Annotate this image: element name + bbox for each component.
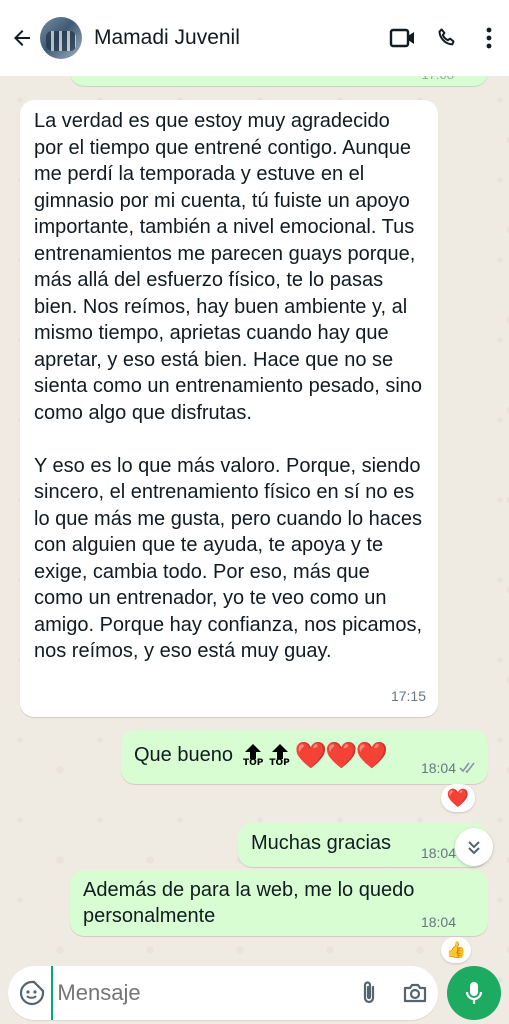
voice-message-button[interactable] [447,966,501,1020]
message-time: 18:04 [420,914,456,930]
contact-name[interactable]: Mamadi Juvenil [94,26,381,50]
incoming-message[interactable]: La verdad es que estoy muy agradecido po… [20,100,438,717]
double-check-icon [459,762,475,773]
back-button[interactable] [4,0,40,76]
message-text: Muchas gracias [251,832,392,854]
heart-reaction-icon: ❤️ [446,787,470,808]
kebab-menu-icon [486,27,492,49]
microphone-icon [465,982,483,1004]
video-camera-icon [389,28,414,48]
hearts-emoji: ❤️❤️❤️ [294,740,388,770]
message-composer [8,966,438,1020]
outgoing-message[interactable]: Muchas gracias 18:04 [238,823,488,867]
sticker-button[interactable] [12,966,51,1020]
top-arrow-icon: TOP [269,743,290,768]
message-text: Que bueno [134,744,233,766]
message-time: 17:15 [390,687,426,704]
sticker-icon [19,980,44,1006]
reaction-badge[interactable]: ❤️ [441,784,475,812]
voice-call-button[interactable] [425,0,469,76]
outgoing-message[interactable]: Que bueno TOP TOP ❤️❤️❤️ 18:04 [121,730,488,784]
chat-header: Mamadi Juvenil [0,0,509,76]
message-input[interactable] [51,966,346,1020]
thumbs-up-reaction-icon: 👍 [446,942,466,959]
attach-button[interactable] [345,966,391,1020]
message-list[interactable]: 17:08 La verdad es que estoy muy agradec… [0,56,509,963]
message-paragraph: Y eso es lo que más valoro. Porque, sien… [34,454,423,663]
avatar[interactable] [40,17,82,59]
outgoing-message[interactable]: Además de para la web, me lo quedo perso… [70,870,488,936]
paperclip-icon [363,981,374,1004]
message-time: 18:04 [420,760,456,776]
double-chevron-down-icon [468,841,480,855]
video-call-button[interactable] [381,0,425,76]
message-paragraph: La verdad es que estoy muy agradecido po… [34,110,423,424]
phone-icon [438,28,455,46]
more-options-button[interactable] [469,0,509,76]
top-arrow-icon: TOP [243,743,263,768]
camera-icon [403,983,426,1003]
arrow-left-icon [14,30,30,46]
message-text: Además de para la web, me lo quedo perso… [83,879,415,927]
reaction-badge[interactable]: 👍 [441,937,471,963]
message-time: 18:04 [420,845,456,861]
camera-button[interactable] [392,966,438,1020]
scroll-to-bottom-button[interactable] [455,828,493,866]
